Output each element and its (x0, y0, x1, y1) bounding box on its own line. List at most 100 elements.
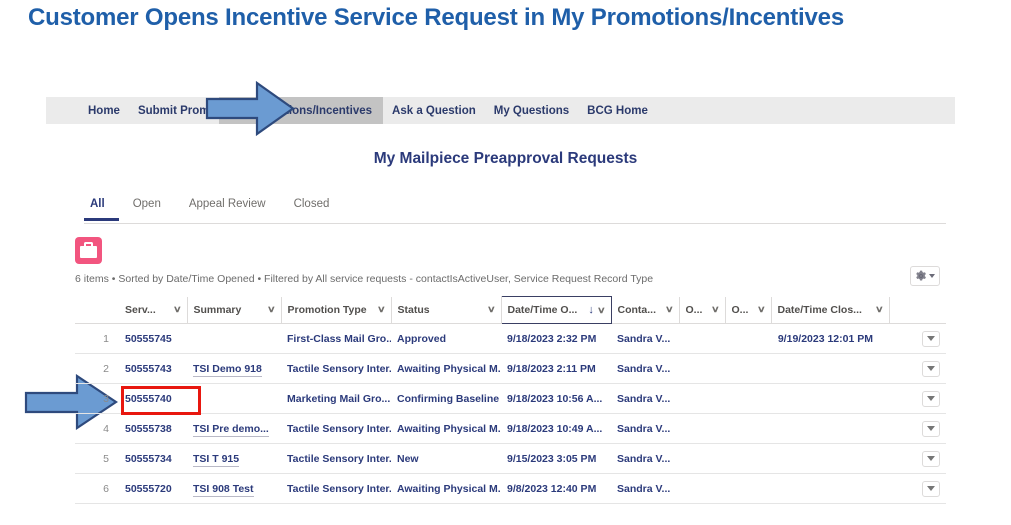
service-request-list-table: Serv...∨Summary∨Promotion Type∨Status∨Da… (75, 296, 946, 504)
case-briefcase-icon (75, 237, 102, 264)
nav-item-home[interactable]: Home (79, 97, 129, 124)
row-actions-cell (889, 384, 946, 414)
cell-service_request[interactable]: 50555720 (119, 474, 187, 504)
cell-datetime_opened: 9/18/2023 10:56 A... (501, 384, 611, 414)
chevron-down-icon[interactable]: ∨ (711, 305, 720, 314)
column-header-promotion_type[interactable]: Promotion Type∨ (281, 297, 391, 324)
row-action-menu-button[interactable] (922, 451, 940, 467)
cell-service_request[interactable]: 50555738 (119, 414, 187, 444)
column-header-label: Date/Time O... (508, 304, 585, 316)
cell-summary[interactable] (187, 384, 281, 414)
chevron-down-icon[interactable]: ∨ (757, 305, 766, 314)
chevron-down-icon[interactable]: ∨ (597, 306, 606, 315)
chevron-down-icon (927, 396, 935, 401)
summary-link[interactable]: TSI T 915 (193, 453, 239, 467)
cell-service_request[interactable]: 50555743 (119, 354, 187, 384)
cell-summary[interactable] (187, 324, 281, 354)
tab-all[interactable]: All (84, 198, 119, 221)
cell-summary[interactable]: TSI Pre demo... (187, 414, 281, 444)
slide-canvas: Customer Opens Incentive Service Request… (0, 0, 1011, 525)
chevron-down-icon[interactable]: ∨ (377, 305, 386, 314)
table-row[interactable]: 450555738TSI Pre demo...Tactile Sensory … (75, 414, 946, 444)
row-index: 2 (75, 354, 119, 384)
cell-status: Confirming Baseline (391, 384, 501, 414)
cell-service_request[interactable]: 50555740 (119, 384, 187, 414)
chevron-down-icon[interactable]: ∨ (267, 305, 276, 314)
chevron-down-icon[interactable]: ∨ (875, 305, 884, 314)
cell-o1 (679, 354, 725, 384)
column-header-summary[interactable]: Summary∨ (187, 297, 281, 324)
cell-summary[interactable]: TSI 908 Test (187, 474, 281, 504)
column-header-label: Conta... (618, 304, 662, 316)
chevron-down-icon[interactable]: ∨ (665, 305, 674, 314)
cell-o1 (679, 474, 725, 504)
column-header-index (75, 297, 119, 324)
summary-link[interactable]: TSI Pre demo... (193, 423, 269, 437)
cell-datetime_closed: 9/19/2023 12:01 PM (771, 324, 889, 354)
column-header-label: Date/Time Clos... (778, 304, 872, 316)
list-view-heading: My Mailpiece Preapproval Requests (0, 150, 1011, 168)
cell-datetime_closed (771, 354, 889, 384)
cell-o2 (725, 354, 771, 384)
summary-link[interactable]: TSI 908 Test (193, 483, 254, 497)
table-header-row: Serv...∨Summary∨Promotion Type∨Status∨Da… (75, 297, 946, 324)
row-action-menu-button[interactable] (922, 421, 940, 437)
cell-datetime_closed (771, 444, 889, 474)
column-header-datetime_opened[interactable]: Date/Time O...↓∨ (501, 297, 611, 324)
chevron-down-icon[interactable]: ∨ (487, 305, 496, 314)
column-header-o2[interactable]: O...∨ (725, 297, 771, 324)
row-actions-cell (889, 354, 946, 384)
column-header-o1[interactable]: O...∨ (679, 297, 725, 324)
row-index: 4 (75, 414, 119, 444)
summary-link[interactable]: TSI Demo 918 (193, 363, 262, 377)
cell-o2 (725, 414, 771, 444)
list-settings-button[interactable] (910, 266, 940, 286)
table-row[interactable]: 350555740Marketing Mail Gro...Confirming… (75, 384, 946, 414)
cell-contact: Sandra V... (611, 384, 679, 414)
row-index: 6 (75, 474, 119, 504)
row-action-menu-button[interactable] (922, 391, 940, 407)
column-header-label: Serv... (125, 304, 170, 316)
column-header-status[interactable]: Status∨ (391, 297, 501, 324)
row-actions-cell (889, 444, 946, 474)
column-header-label: Status (398, 304, 484, 316)
cell-summary[interactable]: TSI Demo 918 (187, 354, 281, 384)
column-header-service_request[interactable]: Serv...∨ (119, 297, 187, 324)
column-header-label: O... (686, 304, 708, 316)
cell-datetime_closed (771, 474, 889, 504)
chevron-down-icon (927, 456, 935, 461)
cell-datetime_opened: 9/15/2023 3:05 PM (501, 444, 611, 474)
arrow-to-my-promotions-tab (205, 81, 295, 136)
row-action-menu-button[interactable] (922, 361, 940, 377)
column-header-actions (889, 297, 946, 324)
cell-contact: Sandra V... (611, 354, 679, 384)
column-header-contact[interactable]: Conta...∨ (611, 297, 679, 324)
cell-summary[interactable]: TSI T 915 (187, 444, 281, 474)
row-actions-cell (889, 324, 946, 354)
cell-o1 (679, 324, 725, 354)
table-row[interactable]: 550555734TSI T 915Tactile Sensory Inter.… (75, 444, 946, 474)
chevron-down-icon[interactable]: ∨ (173, 305, 182, 314)
nav-item-ask-a-question[interactable]: Ask a Question (383, 97, 485, 124)
cell-service_request[interactable]: 50555734 (119, 444, 187, 474)
cell-service_request[interactable]: 50555745 (119, 324, 187, 354)
cell-datetime_opened: 9/18/2023 2:32 PM (501, 324, 611, 354)
cell-status: Awaiting Physical M... (391, 414, 501, 444)
row-actions-cell (889, 474, 946, 504)
row-actions-cell (889, 414, 946, 444)
table-row[interactable]: 150555745First-Class Mail Gro...Approved… (75, 324, 946, 354)
table-row[interactable]: 650555720TSI 908 TestTactile Sensory Int… (75, 474, 946, 504)
column-header-label: O... (732, 304, 754, 316)
cell-promotion_type: First-Class Mail Gro... (281, 324, 391, 354)
tab-appeal-review[interactable]: Appeal Review (175, 198, 280, 218)
nav-item-bcg-home[interactable]: BCG Home (578, 97, 657, 124)
row-action-menu-button[interactable] (922, 481, 940, 497)
cell-o2 (725, 474, 771, 504)
nav-item-my-questions[interactable]: My Questions (485, 97, 578, 124)
table-row[interactable]: 250555743TSI Demo 918Tactile Sensory Int… (75, 354, 946, 384)
row-action-menu-button[interactable] (922, 331, 940, 347)
column-header-datetime_closed[interactable]: Date/Time Clos...∨ (771, 297, 889, 324)
tab-closed[interactable]: Closed (280, 198, 344, 218)
cell-o2 (725, 324, 771, 354)
tab-open[interactable]: Open (119, 198, 175, 218)
